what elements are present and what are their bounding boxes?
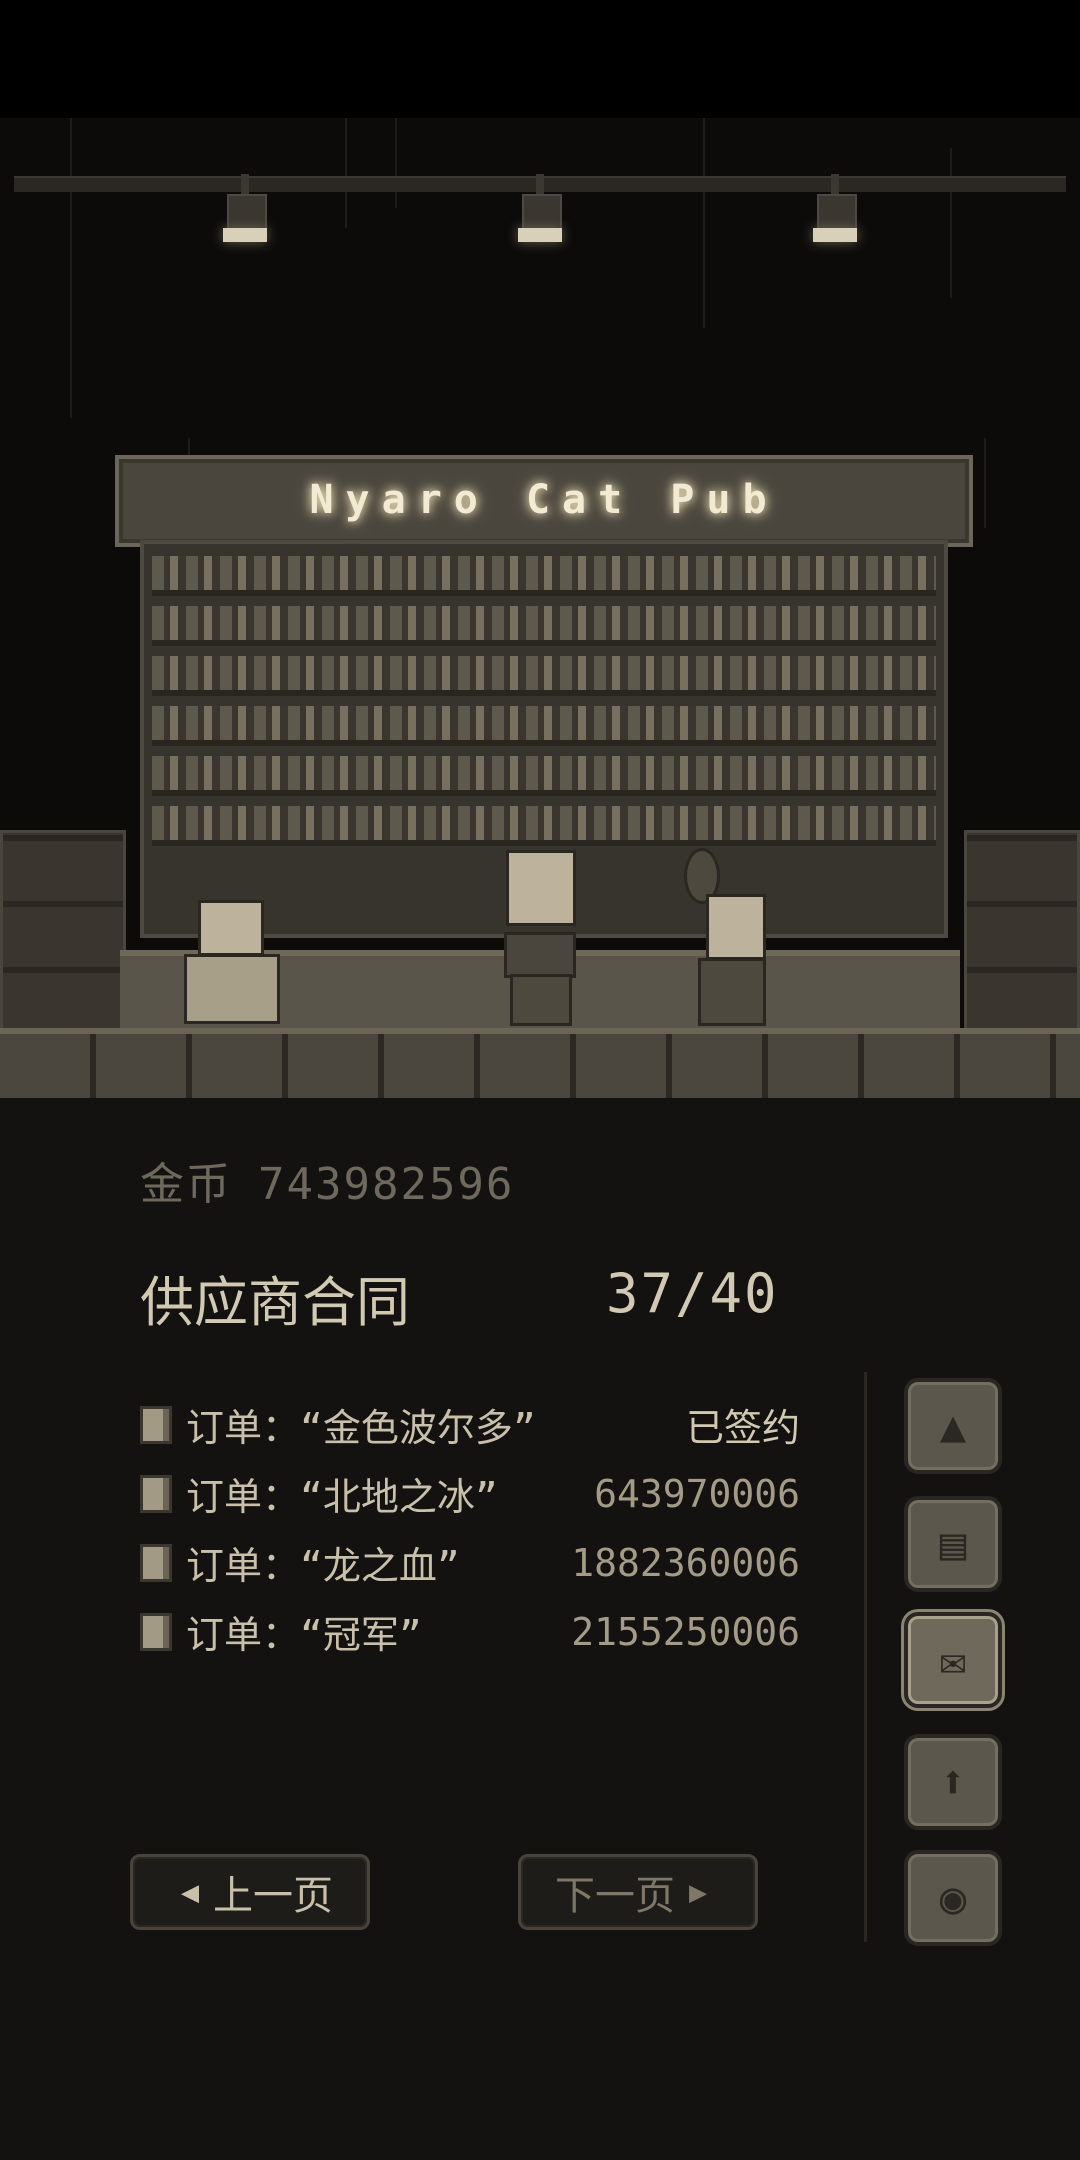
order-document-icon [140,1543,172,1582]
arrow-right-icon: ▶ [688,1874,708,1910]
record-button[interactable]: ◉ [904,1850,1002,1946]
next-page-label: 下一页 [554,1873,675,1919]
shelf-row [152,706,936,746]
contract-progress: 37/40 [606,1262,779,1325]
record-disc-icon: ◉ [939,1872,967,1924]
order-row[interactable]: 订单：“金色波尔多” 已签约 [140,1390,800,1459]
shelf-row [152,806,936,846]
pub-floor [0,1028,1080,1104]
tent-icon: ▲ [939,1400,967,1452]
ceiling-lamp [813,174,857,248]
order-row[interactable]: 订单：“龙之血” 1882360006 [140,1528,800,1597]
order-value: 已签约 [685,1406,800,1450]
prev-page-label: 上一页 [213,1873,334,1919]
order-value: 2155250006 [571,1609,800,1654]
document-button[interactable]: ▤ [904,1496,1002,1592]
shelf-row [152,606,936,646]
pub-sign: Nyaro Cat Pub [115,455,973,547]
crate-stack-right [964,830,1080,1036]
order-label: 订单：“龙之血” [186,1544,460,1588]
arrow-left-icon: ◀ [180,1874,200,1910]
panel-divider [864,1372,867,1942]
rain-streak [703,118,705,328]
prev-page-button[interactable]: ◀ 上一页 [130,1854,370,1930]
scroll-icon: ✉ [939,1634,967,1686]
gold-label: 金币 [140,1159,232,1210]
order-document-icon [140,1612,172,1651]
rain-streak [950,148,952,298]
scroll-button[interactable]: ✉ [904,1612,1002,1708]
rain-streak [395,118,397,208]
ceiling-lamp [518,174,562,248]
tent-button[interactable]: ▲ [904,1378,1002,1474]
shelf-row [152,756,936,796]
crate-stack-left [0,830,126,1036]
order-label: 订单：“冠军” [186,1613,422,1657]
order-document-icon [140,1405,172,1444]
upgrade-button[interactable]: ⬆ [904,1734,1002,1830]
order-value: 643970006 [594,1471,800,1516]
order-label: 订单：“金色波尔多” [186,1406,536,1450]
gold-readout: 金币 743982596 [140,1148,540,1212]
shelf-row [152,556,936,596]
gold-value: 743982596 [258,1159,515,1210]
pub-sign-text: Nyaro Cat Pub [309,477,779,523]
cat-bartender-character [500,850,580,1026]
order-value: 1882360006 [571,1540,800,1585]
order-list: 订单：“金色波尔多” 已签约 订单：“北地之冰” 643970006 订单：“龙… [140,1390,800,1666]
order-row[interactable]: 订单：“冠军” 2155250006 [140,1597,800,1666]
adventurer-character [676,848,772,1026]
arrow-up-icon: ⬆ [939,1756,967,1808]
ceiling-lamp [223,174,267,248]
rain-streak [70,118,72,418]
robot-character [178,900,288,1025]
document-icon: ▤ [939,1518,967,1570]
next-page-button[interactable]: 下一页 ▶ [518,1854,758,1930]
rain-streak [984,438,986,528]
order-document-icon [140,1474,172,1513]
rain-streak [345,118,347,228]
order-row[interactable]: 订单：“北地之冰” 643970006 [140,1459,800,1528]
order-label: 订单：“北地之冰” [186,1475,498,1519]
shelf-row [152,656,936,696]
contract-title: 供应商合同 [140,1271,410,1334]
